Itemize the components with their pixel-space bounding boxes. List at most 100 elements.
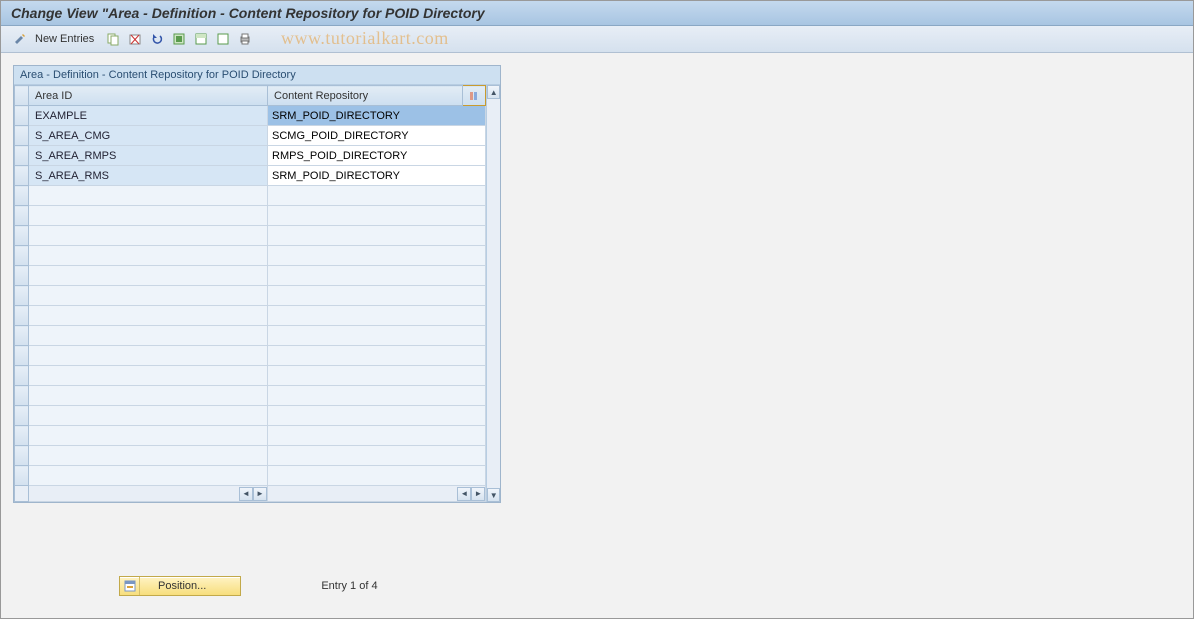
footer-bar: Position... Entry 1 of 4 <box>1 576 1193 596</box>
deselect-all-icon[interactable] <box>214 30 232 48</box>
work-area: Area - Definition - Content Repository f… <box>1 53 1193 515</box>
cell-area-id <box>29 226 268 246</box>
vertical-scrollbar[interactable]: ▲ ▼ <box>486 85 500 502</box>
hscroll-right2-icon[interactable]: ► <box>471 487 485 501</box>
cell-area-id: S_AREA_RMPS <box>29 146 268 166</box>
table-row: EXAMPLE <box>15 106 486 126</box>
row-selector[interactable] <box>15 466 29 486</box>
content-repo-input[interactable] <box>268 146 485 165</box>
cell-area-id <box>29 406 268 426</box>
cell-content-repo[interactable] <box>268 386 486 406</box>
cell-content-repo[interactable] <box>268 366 486 386</box>
cell-area-id <box>29 446 268 466</box>
content-repo-input[interactable] <box>268 166 485 185</box>
cell-content-repo[interactable] <box>268 126 486 146</box>
col-header-area-id[interactable]: Area ID <box>29 86 268 106</box>
cell-area-id <box>29 186 268 206</box>
toggle-change-icon[interactable] <box>11 30 29 48</box>
cell-content-repo[interactable] <box>268 446 486 466</box>
cell-area-id: EXAMPLE <box>29 106 268 126</box>
select-block-icon[interactable] <box>192 30 210 48</box>
row-selector[interactable] <box>15 106 29 126</box>
row-selector[interactable] <box>15 246 29 266</box>
table-row: S_AREA_RMPS <box>15 146 486 166</box>
cell-content-repo[interactable] <box>268 146 486 166</box>
scroll-up-icon[interactable]: ▲ <box>487 85 500 99</box>
col-header-content-repo[interactable]: Content Repository <box>268 86 463 106</box>
position-button-label: Position... <box>140 580 240 592</box>
cell-area-id <box>29 306 268 326</box>
row-selector[interactable] <box>15 186 29 206</box>
cell-content-repo[interactable] <box>268 426 486 446</box>
row-selector[interactable] <box>15 406 29 426</box>
print-icon[interactable] <box>236 30 254 48</box>
cell-content-repo[interactable] <box>268 406 486 426</box>
row-selector[interactable] <box>15 306 29 326</box>
cell-content-repo[interactable] <box>268 106 486 126</box>
delete-icon[interactable] <box>126 30 144 48</box>
scroll-down-icon[interactable]: ▼ <box>487 488 500 502</box>
cell-content-repo[interactable] <box>268 346 486 366</box>
cell-content-repo[interactable] <box>268 266 486 286</box>
row-selector[interactable] <box>15 166 29 186</box>
cell-content-repo[interactable] <box>268 306 486 326</box>
row-selector[interactable] <box>15 386 29 406</box>
cell-area-id <box>29 286 268 306</box>
row-selector[interactable] <box>15 266 29 286</box>
new-entries-button[interactable]: New Entries <box>35 33 94 45</box>
row-selector[interactable] <box>15 226 29 246</box>
table-row: S_AREA_CMG <box>15 126 486 146</box>
row-selector[interactable] <box>15 326 29 346</box>
cell-area-id: S_AREA_CMG <box>29 126 268 146</box>
row-selector[interactable] <box>15 126 29 146</box>
select-all-header[interactable] <box>15 86 29 106</box>
cell-content-repo[interactable] <box>268 186 486 206</box>
cell-content-repo[interactable] <box>268 466 486 486</box>
hscroll-left2-icon[interactable]: ◄ <box>457 487 471 501</box>
row-selector[interactable] <box>15 146 29 166</box>
undo-icon[interactable] <box>148 30 166 48</box>
cell-area-id <box>29 466 268 486</box>
position-button[interactable]: Position... <box>119 576 241 596</box>
table-row-empty <box>15 186 486 206</box>
row-selector[interactable] <box>15 366 29 386</box>
cell-content-repo[interactable] <box>268 286 486 306</box>
entry-counter: Entry 1 of 4 <box>321 580 377 592</box>
panel-title: Area - Definition - Content Repository f… <box>14 66 500 85</box>
table-row-empty <box>15 266 486 286</box>
copy-icon[interactable] <box>104 30 122 48</box>
data-grid: Area ID Content Repository EXAMPLES_AREA… <box>14 85 486 502</box>
title-bar: Change View "Area - Definition - Content… <box>1 1 1193 26</box>
table-row-empty <box>15 406 486 426</box>
content-repo-input[interactable] <box>268 126 485 145</box>
table-row-empty <box>15 226 486 246</box>
table-row-empty <box>15 466 486 486</box>
scroll-track[interactable] <box>487 99 500 488</box>
cell-area-id: S_AREA_RMS <box>29 166 268 186</box>
position-icon <box>120 577 140 595</box>
cell-content-repo[interactable] <box>268 246 486 266</box>
content-repo-input[interactable] <box>268 106 485 125</box>
row-selector[interactable] <box>15 426 29 446</box>
hscroll-left-icon[interactable]: ◄ <box>239 487 253 501</box>
configure-columns-icon[interactable] <box>463 86 486 106</box>
table-row-empty <box>15 426 486 446</box>
table-row-empty <box>15 326 486 346</box>
row-selector[interactable] <box>15 446 29 466</box>
select-all-icon[interactable] <box>170 30 188 48</box>
cell-content-repo[interactable] <box>268 166 486 186</box>
cell-content-repo[interactable] <box>268 226 486 246</box>
hscroll-row: ◄ ► ◄ ► <box>15 486 486 502</box>
row-selector[interactable] <box>15 286 29 306</box>
table-row-empty <box>15 366 486 386</box>
cell-content-repo[interactable] <box>268 326 486 346</box>
hscroll-right-icon[interactable]: ► <box>253 487 267 501</box>
cell-area-id <box>29 326 268 346</box>
row-selector[interactable] <box>15 346 29 366</box>
cell-area-id <box>29 426 268 446</box>
table-row-empty <box>15 246 486 266</box>
row-selector[interactable] <box>15 206 29 226</box>
table-panel: Area - Definition - Content Repository f… <box>13 65 501 503</box>
cell-content-repo[interactable] <box>268 206 486 226</box>
cell-area-id <box>29 366 268 386</box>
